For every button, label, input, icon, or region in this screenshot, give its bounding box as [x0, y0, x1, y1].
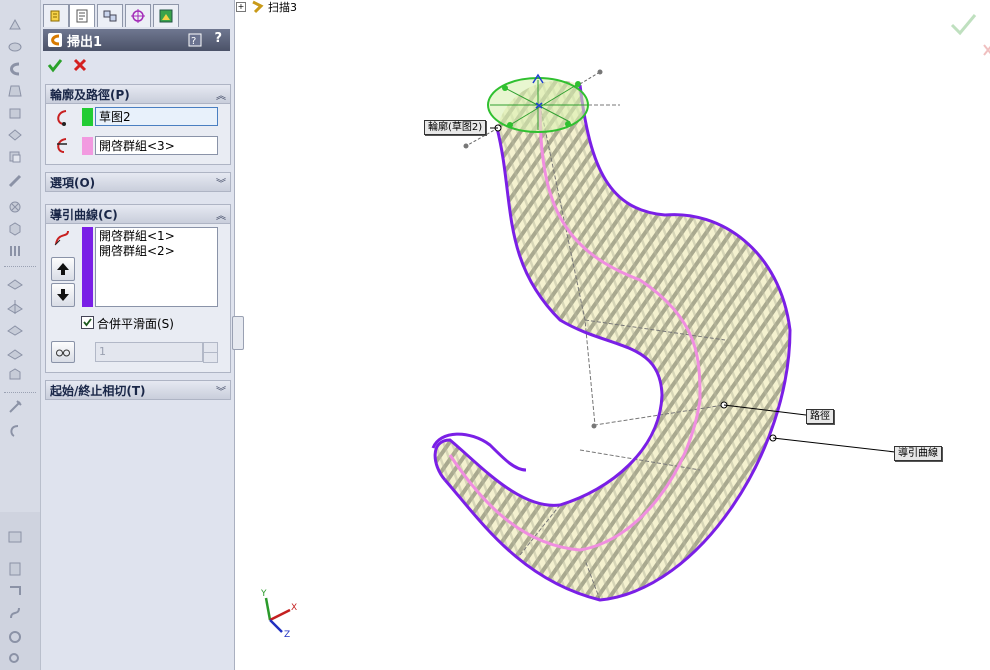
mate-reference-icon[interactable] — [6, 366, 24, 384]
rotate-view-icon[interactable] — [6, 628, 24, 646]
move-up-button[interactable] — [51, 257, 75, 281]
view-triad — [264, 597, 291, 633]
triad-x-label: X — [291, 603, 298, 613]
sweep-feature-icon — [48, 33, 62, 47]
collapse-chevron-icon: ︽ — [216, 211, 226, 222]
sketch-icon[interactable] — [6, 398, 24, 416]
section-profile-path-body: 草图2 開啓群組<3> — [45, 104, 231, 165]
revolve-cut-icon[interactable] — [6, 148, 24, 166]
section-guide-curves-header[interactable]: 導引曲線(C) ︽ — [45, 204, 231, 224]
property-manager-title: 掃出1 — [67, 34, 103, 50]
property-sheet-icon — [76, 9, 88, 23]
guide-curve-item[interactable]: 開啓群組<2> — [99, 245, 214, 258]
section-number-spinbox[interactable]: 1 — [95, 342, 203, 362]
swept-cut-icon[interactable] — [6, 172, 24, 190]
path-icon — [57, 138, 67, 153]
section-guide-curves-body: 開啓群組<1> 開啓群組<2> 合併平滑面(S) 1 — [45, 224, 231, 373]
sweep-boss-icon[interactable] — [6, 60, 24, 78]
guide-curve-color-swatch — [82, 227, 93, 307]
revolve-boss-icon[interactable] — [6, 38, 24, 56]
extrude-cut-icon[interactable] — [6, 126, 24, 144]
boundary-boss-icon[interactable] — [6, 104, 24, 122]
feature-tree-icon — [50, 10, 60, 22]
ok-checkmark-icon[interactable] — [46, 56, 64, 74]
target-icon — [131, 9, 145, 23]
loft-boss-icon[interactable] — [6, 82, 24, 100]
arrow-up-icon — [57, 263, 69, 275]
cancel-x-icon[interactable] — [71, 56, 89, 74]
path-selection-box[interactable]: 開啓群組<3> — [95, 136, 218, 155]
tab-feature-manager[interactable] — [43, 4, 69, 27]
guide-curve-icon — [54, 230, 69, 246]
collapse-chevron-icon: ︽ — [216, 91, 226, 102]
show-sections-button[interactable] — [51, 341, 75, 363]
section-profile-path-header[interactable]: 輪廓及路徑(P) ︽ — [45, 84, 231, 104]
help-button[interactable]: ? — [214, 31, 222, 46]
section-options-label: 選項(O) — [50, 175, 96, 190]
profile-icon — [57, 110, 67, 126]
guide-curve-item[interactable]: 開啓群組<1> — [99, 230, 214, 243]
profile-callout[interactable]: 輪廓(草图2) — [424, 120, 487, 135]
checkmark-icon — [83, 318, 92, 327]
curve-icon[interactable] — [6, 422, 24, 440]
path-callout[interactable]: 路徑 — [806, 409, 834, 424]
triad-z-label: Z — [284, 630, 291, 640]
property-manager-panel: 掃出1 ? ? 輪廓及路徑(P) ︽ 草图2 開啓群組<3> 選項(O) ︾ 導… — [41, 0, 235, 670]
section-tangency-header[interactable]: 起始/終止相切(T) ︾ — [45, 380, 231, 400]
view-orientation-icon[interactable] — [6, 582, 24, 600]
display-style-icon[interactable] — [6, 528, 24, 546]
path-color-swatch — [82, 137, 93, 155]
section-options-header[interactable]: 選項(O) ︾ — [45, 172, 231, 192]
section-tangency-label: 起始/終止相切(T) — [50, 383, 146, 398]
graphics-ok-checkmark-icon[interactable] — [950, 14, 977, 36]
guide-curves-list[interactable]: 開啓群組<1> 開啓群組<2> — [95, 227, 218, 307]
merge-smooth-faces-label: 合併平滑面(S) — [97, 317, 174, 331]
triad-y-label: Y — [261, 589, 267, 599]
section-guide-curves-label: 導引曲線(C) — [50, 207, 118, 222]
coordinate-system-icon[interactable] — [6, 320, 24, 338]
fillet-icon[interactable] — [6, 198, 24, 216]
extrude-boss-icon[interactable] — [6, 16, 24, 34]
section-number-value: 1 — [99, 345, 106, 358]
section-profile-path-label: 輪廓及路徑(P) — [50, 87, 130, 102]
shell-icon[interactable] — [6, 220, 24, 238]
svg-text:?: ? — [191, 36, 196, 47]
point-icon[interactable] — [6, 344, 24, 362]
arrow-down-icon — [57, 289, 69, 301]
configuration-icon — [103, 10, 117, 22]
command-toolbar — [0, 0, 41, 670]
glasses-icon — [56, 349, 70, 357]
merge-smooth-faces-checkbox[interactable] — [81, 316, 94, 329]
tab-dimxpert[interactable] — [125, 4, 151, 27]
curve-tool-icon[interactable] — [6, 604, 24, 622]
zoom-icon[interactable] — [6, 650, 24, 668]
rib-icon[interactable] — [6, 242, 24, 260]
guide-curve-callout[interactable]: 導引曲線 — [894, 446, 942, 461]
plane-icon[interactable] — [6, 274, 24, 292]
manager-tabs — [41, 4, 234, 28]
profile-color-swatch — [82, 108, 93, 126]
expand-chevron-icon: ︾ — [216, 179, 226, 190]
sweep-preview-model — [264, 14, 990, 633]
section-view-icon[interactable] — [6, 560, 24, 578]
axis-icon[interactable] — [6, 298, 24, 316]
graphics-area[interactable]: 輪廓(草图2) 路徑 導引曲線 Y X Z — [240, 0, 990, 670]
path-selection-value: 開啓群組<3> — [99, 139, 175, 153]
help-book-icon[interactable]: ? — [188, 32, 202, 48]
spin-down-button[interactable] — [203, 352, 218, 363]
profile-selection-box[interactable]: 草图2 — [95, 107, 218, 126]
property-manager-title-bar: 掃出1 ? ? — [43, 29, 230, 51]
profile-selection-value: 草图2 — [99, 110, 131, 124]
move-down-button[interactable] — [51, 283, 75, 307]
tab-configuration-manager[interactable] — [97, 4, 123, 27]
graphics-cancel-x-icon[interactable] — [983, 44, 990, 56]
tab-property-manager[interactable] — [69, 4, 95, 27]
expand-chevron-icon: ︾ — [216, 387, 226, 398]
display-manager-icon — [159, 9, 173, 23]
tab-display-manager[interactable] — [153, 4, 179, 27]
